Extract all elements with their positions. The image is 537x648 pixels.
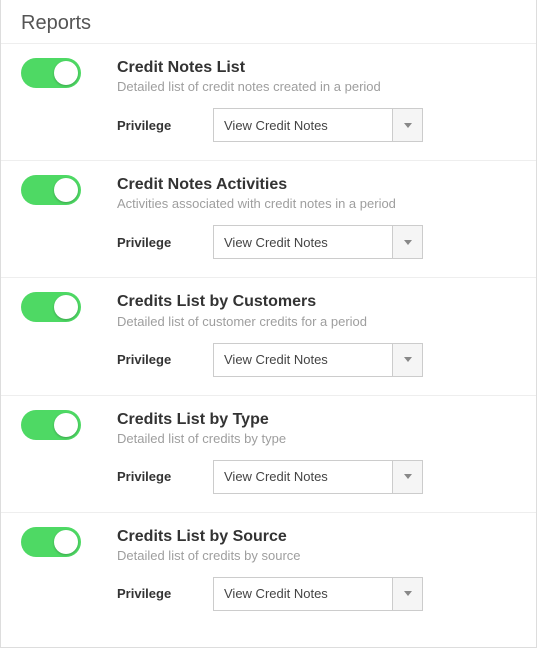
reports-panel: Reports Credit Notes List Detailed list … [0,0,537,648]
report-item: Credit Notes Activities Activities assoc… [1,160,536,277]
privilege-dropdown[interactable]: View Credit Notes [213,225,423,259]
section-title: Reports [1,8,536,43]
dropdown-value: View Credit Notes [214,109,392,141]
toggle-switch[interactable] [21,410,81,440]
report-item: Credit Notes List Detailed list of credi… [1,43,536,160]
privilege-label: Privilege [117,118,213,133]
report-title: Credit Notes List [117,58,516,77]
report-description: Detailed list of credit notes created in… [117,79,516,94]
privilege-row: Privilege View Credit Notes [117,225,516,259]
privilege-row: Privilege View Credit Notes [117,108,516,142]
dropdown-value: View Credit Notes [214,578,392,610]
chevron-down-icon [392,461,422,493]
privilege-dropdown[interactable]: View Credit Notes [213,343,423,377]
report-item: Credits List by Customers Detailed list … [1,277,536,394]
dropdown-value: View Credit Notes [214,461,392,493]
privilege-dropdown[interactable]: View Credit Notes [213,108,423,142]
report-body: Credits List by Type Detailed list of cr… [117,410,516,494]
toggle-switch[interactable] [21,527,81,557]
dropdown-value: View Credit Notes [214,226,392,258]
report-description: Detailed list of credits by source [117,548,516,563]
report-title: Credits List by Customers [117,292,516,311]
report-description: Activities associated with credit notes … [117,196,516,211]
privilege-row: Privilege View Credit Notes [117,577,516,611]
report-title: Credits List by Source [117,527,516,546]
chevron-down-icon [392,344,422,376]
report-item: Credits List by Type Detailed list of cr… [1,395,536,512]
privilege-label: Privilege [117,235,213,250]
privilege-row: Privilege View Credit Notes [117,460,516,494]
privilege-label: Privilege [117,469,213,484]
chevron-down-icon [392,226,422,258]
privilege-label: Privilege [117,352,213,367]
toggle-switch[interactable] [21,58,81,88]
toggle-knob [54,61,78,85]
privilege-dropdown[interactable]: View Credit Notes [213,460,423,494]
chevron-down-icon [392,109,422,141]
toggle-switch[interactable] [21,175,81,205]
toggle-knob [54,178,78,202]
report-description: Detailed list of credits by type [117,431,516,446]
privilege-row: Privilege View Credit Notes [117,343,516,377]
report-item: Credits List by Source Detailed list of … [1,512,536,629]
toggle-switch[interactable] [21,292,81,322]
privilege-dropdown[interactable]: View Credit Notes [213,577,423,611]
privilege-label: Privilege [117,586,213,601]
dropdown-value: View Credit Notes [214,344,392,376]
report-title: Credit Notes Activities [117,175,516,194]
report-description: Detailed list of customer credits for a … [117,314,516,329]
chevron-down-icon [392,578,422,610]
report-body: Credits List by Customers Detailed list … [117,292,516,376]
report-body: Credit Notes Activities Activities assoc… [117,175,516,259]
toggle-knob [54,295,78,319]
toggle-knob [54,413,78,437]
report-body: Credit Notes List Detailed list of credi… [117,58,516,142]
toggle-knob [54,530,78,554]
report-title: Credits List by Type [117,410,516,429]
